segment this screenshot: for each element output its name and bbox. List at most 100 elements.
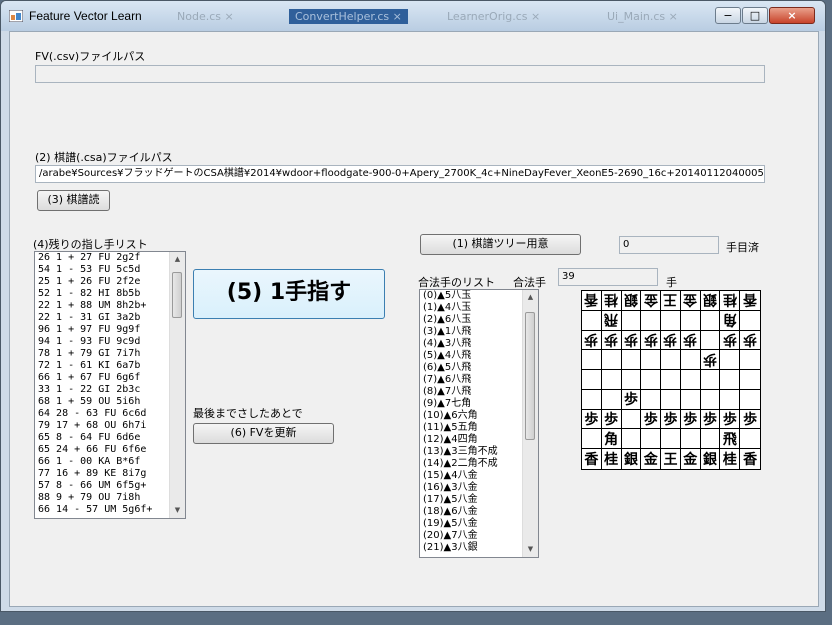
list-item[interactable]: (11)▲5五角 bbox=[420, 422, 538, 434]
list-item[interactable]: 66 1 + 67 FU 6g6f bbox=[35, 372, 185, 384]
list-item[interactable]: 66 14 - 57 UM 5g6f+ bbox=[35, 504, 185, 516]
board-square[interactable]: 角 bbox=[720, 310, 741, 331]
list-item[interactable]: 79 17 + 68 OU 6h7i bbox=[35, 420, 185, 432]
scroll-thumb[interactable] bbox=[525, 312, 535, 440]
board-square[interactable] bbox=[700, 370, 721, 390]
board-square[interactable] bbox=[680, 370, 701, 390]
list-item[interactable]: (17)▲5八金 bbox=[420, 494, 538, 506]
list-item[interactable]: (13)▲3三角不成 bbox=[420, 446, 538, 458]
list-item[interactable]: (12)▲4四角 bbox=[420, 434, 538, 446]
board-square[interactable] bbox=[601, 370, 622, 390]
board-square[interactable]: 銀 bbox=[622, 449, 642, 469]
board-square[interactable]: 歩 bbox=[740, 331, 760, 351]
list-item[interactable]: 68 1 + 59 OU 5i6h bbox=[35, 396, 185, 408]
list-item[interactable]: (4)▲3八飛 bbox=[420, 338, 538, 350]
read-kifu-button[interactable]: (3) 棋譜読 bbox=[37, 190, 110, 211]
scroll-up-icon[interactable]: ▲ bbox=[523, 290, 538, 305]
list-item[interactable]: (8)▲7八飛 bbox=[420, 386, 538, 398]
board-square[interactable] bbox=[661, 350, 681, 371]
board-square[interactable] bbox=[621, 429, 642, 450]
list-item[interactable]: (0)▲5八玉 bbox=[420, 290, 538, 302]
list-item[interactable]: 78 1 + 79 GI 7i7h bbox=[35, 348, 185, 360]
scroll-thumb[interactable] bbox=[172, 272, 182, 318]
board-square[interactable]: 歩 bbox=[641, 409, 662, 430]
list-item[interactable]: 65 8 - 64 FU 6d6e bbox=[35, 432, 185, 444]
board-square[interactable]: 歩 bbox=[621, 389, 642, 410]
board-square[interactable]: 歩 bbox=[680, 330, 701, 351]
board-square[interactable]: 香 bbox=[740, 449, 760, 469]
board-square[interactable] bbox=[700, 310, 721, 331]
board-square[interactable] bbox=[680, 350, 701, 371]
list-item[interactable]: 65 24 + 66 FU 6f6e bbox=[35, 444, 185, 456]
list-item[interactable]: (5)▲4八飛 bbox=[420, 350, 538, 362]
board-square[interactable] bbox=[641, 429, 662, 450]
board-square[interactable]: 銀 bbox=[621, 291, 642, 311]
list-item[interactable]: (9)▲7七角 bbox=[420, 398, 538, 410]
board-square[interactable]: 銀 bbox=[701, 449, 721, 469]
board-square[interactable] bbox=[720, 370, 741, 390]
board-square[interactable] bbox=[621, 370, 642, 390]
list-item[interactable]: 52 1 - 82 HI 8b5b bbox=[35, 288, 185, 300]
list-item[interactable]: 72 1 - 61 KI 6a7b bbox=[35, 360, 185, 372]
board-square[interactable]: 銀 bbox=[700, 291, 721, 311]
list-item[interactable]: (10)▲6六角 bbox=[420, 410, 538, 422]
list-item[interactable]: (2)▲6八玉 bbox=[420, 314, 538, 326]
remaining-moves-list[interactable]: 26 1 + 27 FU 2g2f 54 1 - 53 FU 5c5d 25 1 +… bbox=[34, 251, 186, 519]
list-item[interactable]: (19)▲5八金 bbox=[420, 518, 538, 530]
board-square[interactable]: 歩 bbox=[601, 330, 622, 351]
board-square[interactable] bbox=[641, 350, 662, 371]
scroll-down-icon[interactable]: ▼ bbox=[523, 542, 538, 557]
board-square[interactable] bbox=[641, 310, 662, 331]
list-item[interactable]: 54 1 - 53 FU 5c5d bbox=[35, 264, 185, 276]
board-square[interactable]: 歩 bbox=[740, 410, 760, 430]
list-item[interactable]: (6)▲5八飛 bbox=[420, 362, 538, 374]
board-square[interactable]: 王 bbox=[661, 291, 681, 311]
board-square[interactable]: 桂 bbox=[602, 449, 622, 469]
board-square[interactable] bbox=[582, 370, 602, 390]
list-item[interactable]: (21)▲3八銀 bbox=[420, 542, 538, 554]
board-square[interactable] bbox=[661, 310, 681, 331]
board-square[interactable]: 金 bbox=[641, 449, 662, 469]
list-item[interactable]: 96 1 + 97 FU 9g9f bbox=[35, 324, 185, 336]
board-square[interactable] bbox=[621, 350, 642, 371]
board-square[interactable]: 飛 bbox=[601, 310, 622, 331]
list-item[interactable]: (20)▲7八金 bbox=[420, 530, 538, 542]
board-square[interactable] bbox=[582, 389, 602, 410]
list-item[interactable]: (18)▲6八金 bbox=[420, 506, 538, 518]
board-square[interactable] bbox=[740, 370, 760, 390]
fv-path-input[interactable] bbox=[35, 65, 765, 83]
list-item[interactable]: 64 28 - 63 FU 6c6d bbox=[35, 408, 185, 420]
board-square[interactable]: 飛 bbox=[720, 429, 741, 450]
board-square[interactable] bbox=[700, 429, 721, 450]
minimize-button[interactable]: − bbox=[715, 7, 741, 24]
list-item[interactable]: 22 1 - 31 GI 3a2b bbox=[35, 312, 185, 324]
board-square[interactable]: 歩 bbox=[641, 330, 662, 351]
board-square[interactable] bbox=[621, 310, 642, 331]
list-item[interactable]: (3)▲1八飛 bbox=[420, 326, 538, 338]
board-square[interactable]: 香 bbox=[740, 291, 760, 311]
board-square[interactable] bbox=[582, 429, 602, 450]
board-square[interactable]: 金 bbox=[641, 291, 662, 311]
board-square[interactable] bbox=[740, 311, 760, 331]
remaining-moves-scrollbar[interactable]: ▲ ▼ bbox=[169, 252, 185, 518]
board-square[interactable] bbox=[582, 310, 602, 331]
board-square[interactable] bbox=[641, 389, 662, 410]
board-square[interactable] bbox=[740, 429, 760, 450]
board-square[interactable]: 桂 bbox=[720, 291, 741, 311]
board-square[interactable]: 桂 bbox=[601, 291, 622, 311]
list-item[interactable]: (7)▲6八飛 bbox=[420, 374, 538, 386]
list-item[interactable]: 77 16 + 89 KE 8i7g bbox=[35, 468, 185, 480]
board-square[interactable]: 香 bbox=[582, 291, 602, 311]
board-square[interactable] bbox=[641, 370, 662, 390]
board-square[interactable] bbox=[601, 389, 622, 410]
maximize-button[interactable]: □ bbox=[742, 7, 768, 24]
list-item[interactable]: 33 1 - 22 GI 2b3c bbox=[35, 384, 185, 396]
list-item[interactable]: (1)▲4八玉 bbox=[420, 302, 538, 314]
legal-moves-list[interactable]: (0)▲5八玉 (1)▲4八玉 (2)▲6八玉 (3)▲1八飛 (4)▲3八飛 (5)▲4… bbox=[419, 289, 539, 558]
list-item[interactable]: 25 1 + 26 FU 2f2e bbox=[35, 276, 185, 288]
board-square[interactable] bbox=[740, 350, 760, 371]
board-square[interactable] bbox=[700, 389, 721, 410]
board-square[interactable] bbox=[680, 429, 701, 450]
board-square[interactable]: 桂 bbox=[720, 449, 741, 469]
scroll-down-icon[interactable]: ▼ bbox=[170, 503, 185, 518]
